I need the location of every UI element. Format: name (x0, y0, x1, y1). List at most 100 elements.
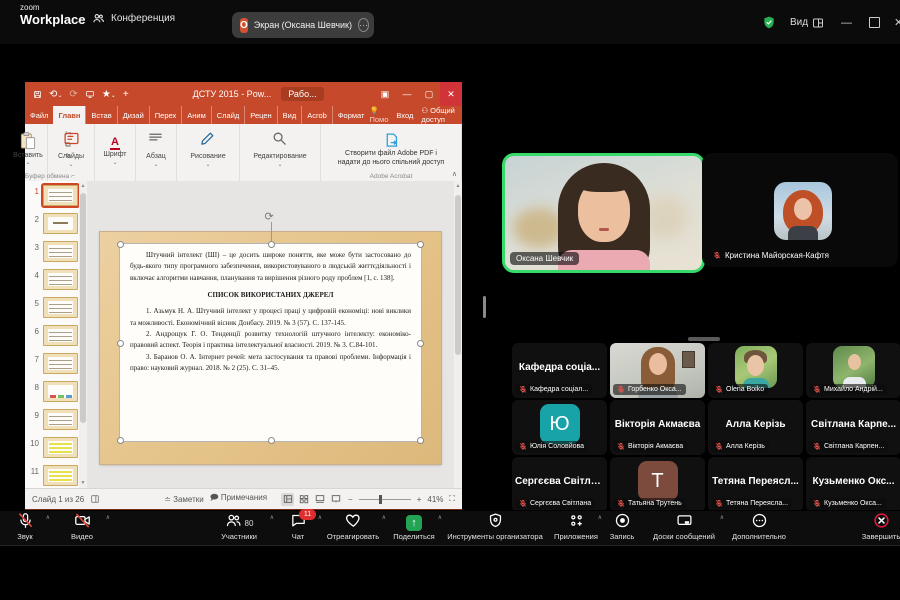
participant-tile[interactable]: Михайло Андрій... (806, 343, 900, 398)
view-reading-icon[interactable] (313, 493, 326, 506)
slide-thumbnail-1[interactable]: 1 (29, 185, 79, 206)
slide-thumbnail-3[interactable]: 3 (29, 241, 79, 262)
selection-handle[interactable] (417, 340, 424, 347)
save-icon[interactable] (33, 90, 42, 99)
ribbon-tab-аним[interactable]: Аним (181, 106, 211, 124)
шрифт-button[interactable]: АШрифт⌄ (103, 132, 126, 166)
zoom-slider[interactable] (359, 499, 411, 500)
view-sorter-icon[interactable] (297, 493, 310, 506)
active-share-indicator[interactable]: O Экран (Оксана Шевчик) ⋯ (232, 12, 374, 38)
add-qat-icon[interactable]: + (123, 89, 129, 100)
toolbar-boards-button[interactable]: Доски сообщений∧ (646, 511, 722, 545)
zoom-out-icon[interactable]: − (348, 495, 353, 504)
view-normal-icon[interactable] (281, 493, 294, 506)
slide-text-box[interactable]: ⟳ Штучний інтелект (ШІ) – це досить широ… (120, 244, 421, 441)
ribbon-tab-файл[interactable]: Файл (25, 106, 53, 124)
scroll-up-icon[interactable]: ▲ (454, 183, 462, 189)
slide-thumbnail-4[interactable]: 4 (29, 269, 79, 290)
slide-thumbnail-11[interactable]: 11 (29, 465, 79, 486)
active-speaker-video[interactable]: Оксана Шевчик (502, 153, 705, 273)
chevron-up-icon[interactable]: ∧ (270, 514, 274, 521)
participant-tile[interactable]: Кафедра соціа...Кафедра соціал... (512, 343, 607, 398)
ppt-minimize-icon[interactable]: — (396, 82, 418, 106)
chevron-up-icon[interactable]: ∧ (106, 514, 110, 521)
ribbon-tab-рецен[interactable]: Рецен (244, 106, 276, 124)
participant-tile[interactable]: Алла КерізьАлла Керізь (708, 400, 803, 455)
слайды-button[interactable]: Слайды⌄ (58, 130, 84, 168)
minimize-window-icon[interactable]: — (841, 17, 852, 29)
participant-video[interactable]: Кристина Майорская-Кафтя (702, 153, 898, 267)
fit-to-window-icon[interactable]: ⛶ (449, 494, 455, 504)
slide-thumbnail-9[interactable]: 9 (29, 409, 79, 430)
participant-tile[interactable]: Сергєєва Світла...Сергєєва Світлана (512, 457, 607, 510)
thumbnails-scrollbar[interactable]: ▲ ▼ (79, 181, 87, 488)
toolbar-video-muted-button[interactable]: Видео∧ (56, 511, 108, 545)
share-more-icon[interactable]: ⋯ (358, 18, 369, 32)
tab-conference[interactable]: Конференция (92, 12, 175, 25)
slide-canvas[interactable]: ⟳ Штучний інтелект (ШІ) – це досить широ… (100, 232, 441, 464)
ribbon-tab-формат[interactable]: Формат (332, 106, 370, 124)
panel-scroll-indicator[interactable] (483, 296, 486, 318)
participant-tile[interactable]: Світлана Карпе...Світлана Карпен... (806, 400, 900, 455)
редактирование-button[interactable]: Редактирование⌄ (253, 130, 306, 168)
рисование-button[interactable]: Рисование⌄ (190, 130, 225, 168)
view-button[interactable]: Вид (790, 17, 808, 28)
абзац-button[interactable]: Абзац⌄ (146, 130, 166, 168)
participant-tile[interactable]: Тетяна Переясл...Тетяна Переясла... (708, 457, 803, 510)
slide-thumbnail-8[interactable]: 8 (29, 381, 79, 402)
paste-button[interactable]: Вставить ⌄ (13, 131, 43, 166)
slide-thumbnail-10[interactable]: 10 (29, 437, 79, 458)
toolbar-heart-button[interactable]: Отреагировать∧ (322, 511, 384, 545)
slide-thumbnail-6[interactable]: 6 (29, 325, 79, 346)
scroll-down-icon[interactable]: ▼ (79, 480, 87, 486)
create-adobe-pdf-button[interactable]: Створити файл Adobe PDF інадати до нього… (321, 132, 461, 167)
selection-handle[interactable] (117, 241, 124, 248)
zoom-level[interactable]: 41% (427, 495, 443, 504)
notes-button[interactable]: ≐ Заметки (164, 495, 204, 504)
undo-icon[interactable]: ⟲⌄ (49, 89, 62, 100)
selection-handle[interactable] (117, 437, 124, 444)
toolbar-apps-button[interactable]: Приложения∧ (552, 511, 600, 545)
slide-thumbnail-7[interactable]: 7 (29, 353, 79, 374)
toolbar-share-button[interactable]: ↑Поделиться∧ (388, 511, 440, 545)
ribbon-tab-перех[interactable]: Перех (149, 106, 182, 124)
slide-thumbnail-5[interactable]: 5 (29, 297, 79, 318)
selection-handle[interactable] (268, 241, 275, 248)
participant-tile[interactable]: Кузьменко Окс...Кузьменко Окса... (806, 457, 900, 510)
selection-handle[interactable] (417, 437, 424, 444)
restore-window-icon[interactable] (869, 17, 880, 28)
participant-tile[interactable]: Горбенко Окса... (610, 343, 705, 398)
participant-tile[interactable]: ЮЮлія Соловйова (512, 400, 607, 455)
selection-handle[interactable] (117, 340, 124, 347)
ppt-close-icon[interactable]: ✕ (440, 82, 462, 106)
ribbon-options-icon[interactable]: ▣ (374, 82, 396, 106)
toolbar-participants-button[interactable]: 80Участники∧ (206, 511, 272, 545)
toolbar-end-call-button[interactable]: Завершить (858, 511, 900, 545)
ribbon-tab-слайд[interactable]: Слайд (211, 106, 245, 124)
participant-tile[interactable]: Вікторія АкмаєваВікторія Акмаєва (610, 400, 705, 455)
help-tab[interactable]: 💡 Помо (370, 106, 389, 124)
ribbon-tab-дизай[interactable]: Дизай (117, 106, 149, 124)
comments-button[interactable]: 🗩 Примечания (210, 492, 267, 506)
participant-tile[interactable]: Olena Boiko (708, 343, 803, 398)
ppt-restore-icon[interactable]: ▢ (418, 82, 440, 106)
encryption-shield-icon[interactable] (762, 15, 776, 35)
selection-handle[interactable] (268, 437, 275, 444)
display-settings-icon[interactable] (90, 494, 100, 504)
participant-tile[interactable]: ТТатьяна Трутень (610, 457, 705, 510)
chevron-up-icon[interactable]: ∧ (720, 514, 724, 521)
sign-in-button[interactable]: Вход (396, 111, 413, 120)
close-window-icon[interactable]: ✕ (894, 16, 900, 29)
zoom-in-icon[interactable]: + (417, 495, 422, 504)
scroll-up-icon[interactable]: ▲ (79, 183, 87, 189)
chevron-up-icon[interactable]: ∧ (46, 514, 50, 521)
toolbar-mic-muted-button[interactable]: Звук∧ (2, 511, 48, 545)
toolbar-more-button[interactable]: Дополнительно (726, 511, 792, 545)
collapse-ribbon-icon[interactable]: ∧ (452, 170, 457, 178)
favorites-star-icon[interactable]: ★⌄ (102, 89, 116, 100)
view-slideshow-icon[interactable] (329, 493, 342, 506)
editor-scrollbar[interactable]: ▲ (454, 181, 462, 488)
ribbon-tab-вид[interactable]: Вид (277, 106, 302, 124)
share-document-button[interactable]: ⚇ Общий доступ (421, 106, 456, 124)
ribbon-tab-встав[interactable]: Встав (85, 106, 116, 124)
